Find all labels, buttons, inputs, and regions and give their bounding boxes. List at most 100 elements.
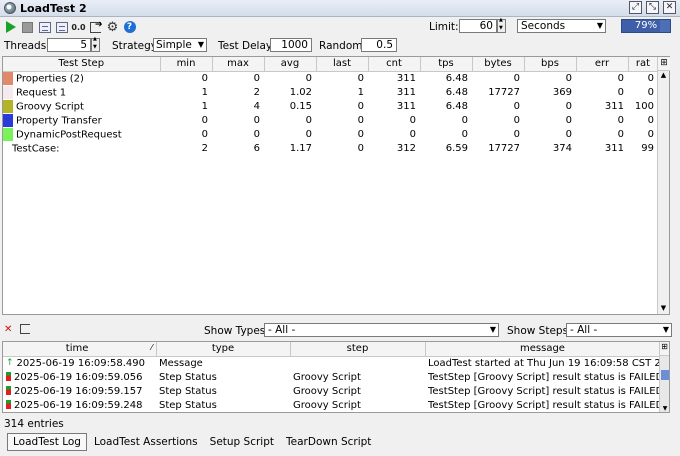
strategy-select[interactable]: Simple ▼ xyxy=(153,38,207,52)
log-step-cell xyxy=(290,356,425,370)
run-button[interactable] xyxy=(4,21,17,34)
show-types-label: Show Types: xyxy=(204,325,269,337)
stats-cell-tps: 6.59 xyxy=(445,142,468,154)
stats-col-header[interactable]: bps xyxy=(524,57,577,72)
scroll-up-icon[interactable]: ▲ xyxy=(658,71,669,81)
random-input[interactable]: 0.5 xyxy=(361,38,397,52)
stats-col-header[interactable]: rat xyxy=(628,57,659,72)
log-col-time[interactable]: time ⁄ xyxy=(3,342,157,357)
stats-step-cell: Properties (2) xyxy=(3,71,160,85)
stats-col-header[interactable]: cnt xyxy=(368,57,421,72)
scroll-down-icon[interactable]: ▼ xyxy=(658,304,669,314)
bottom-tabs: LoadTest Log LoadTest Assertions Setup S… xyxy=(7,432,378,452)
log-column-chooser-icon[interactable]: ⊞ xyxy=(660,342,669,356)
stats-col-header[interactable]: err xyxy=(576,57,629,72)
limit-spinner[interactable] xyxy=(497,17,506,33)
log-row[interactable]: 2025-06-19 16:09:59.248 Step Status Groovy… xyxy=(3,398,660,412)
threads-input[interactable]: 5 xyxy=(47,38,91,52)
stats-row[interactable]: Property Transfer 0 0 0 0 0 0 0 0 0 0 xyxy=(3,113,658,127)
stats-cell-bytes: 0 xyxy=(513,72,520,84)
log-col-step[interactable]: step xyxy=(290,342,426,357)
show-steps-select[interactable]: - All - ▼ xyxy=(566,323,672,337)
scroll-down-icon[interactable]: ▼ xyxy=(660,405,669,412)
tab-loadtest-log[interactable]: LoadTest Log xyxy=(7,433,87,451)
stats-col-header[interactable]: bytes xyxy=(472,57,525,72)
close-icon[interactable]: ✕ xyxy=(663,1,676,14)
statistics-scrollbar[interactable]: ⊞ ▲ ▼ xyxy=(657,57,670,314)
log-row[interactable]: 2025-06-19 16:09:59.157 Step Status Groovy… xyxy=(3,384,660,398)
stats-cell-err: 311 xyxy=(604,142,624,154)
stats-step-name: DynamicPostRequest xyxy=(16,129,122,140)
export-button[interactable] xyxy=(89,20,103,34)
log-row[interactable]: 2025-06-19 16:09:59.056 Step Status Groovy… xyxy=(3,370,660,384)
stats-cell-max: 6 xyxy=(253,142,260,154)
log-col-type[interactable]: type xyxy=(156,342,291,357)
play-icon xyxy=(5,21,16,33)
log-filter-bar: ✕ Show Types: - All - ▼ Show Steps: - Al… xyxy=(0,322,680,338)
threads-spinner[interactable] xyxy=(91,36,100,52)
log-time: 2025-06-19 16:09:58.490 xyxy=(16,357,146,369)
threads-label: Threads: xyxy=(4,40,50,52)
stats-cell-err: 0 xyxy=(617,128,624,140)
log-message-cell: TestStep [Groovy Script] result status i… xyxy=(428,371,660,383)
stats-cell-bytes: 0 xyxy=(513,100,520,112)
stats-cell-avg: 1.02 xyxy=(289,86,312,98)
stats-cell-err: 311 xyxy=(604,100,624,112)
success-arrow-icon: ↑ xyxy=(6,357,14,368)
loadtest-icon xyxy=(4,2,16,14)
show-steps-value: - All - xyxy=(570,324,598,336)
export-log-icon[interactable] xyxy=(20,324,30,334)
stats-cell-bps: 0 xyxy=(565,72,572,84)
tab-loadtest-assertions[interactable]: LoadTest Assertions xyxy=(89,434,203,450)
stats-row[interactable]: DynamicPostRequest 0 0 0 0 0 0 0 0 0 0 xyxy=(3,127,658,141)
graph-button[interactable] xyxy=(55,21,68,34)
stats-cell-last: 0 xyxy=(357,128,364,140)
reset-button[interactable]: 0.0 xyxy=(71,21,85,34)
stats-row[interactable]: Properties (2) 0 0 0 0 311 6.48 0 0 0 0 xyxy=(3,71,658,85)
log-entry-count: 314 entries xyxy=(4,418,64,430)
stats-cell-min: 0 xyxy=(201,72,208,84)
statistics-button[interactable] xyxy=(38,21,51,34)
options-button[interactable]: ⚙ xyxy=(106,21,119,34)
limit-type-select[interactable]: Seconds ▼ xyxy=(517,19,606,33)
statistics-icon xyxy=(38,21,51,33)
log-scrollbar[interactable]: ⊞ ▼ xyxy=(659,342,669,412)
maximize-icon[interactable]: ⤡ xyxy=(646,1,659,14)
log-col-message[interactable]: message xyxy=(425,342,661,357)
stats-step-cell: Property Transfer xyxy=(3,113,160,127)
stats-row[interactable]: Request 1 1 2 1.02 1 311 6.48 17727 369 0 0 xyxy=(3,85,658,99)
tab-setup-script[interactable]: Setup Script xyxy=(205,434,279,450)
stats-col-header[interactable]: Test Step xyxy=(3,57,161,72)
stats-cell-min: 1 xyxy=(201,86,208,98)
column-chooser-icon[interactable]: ⊞ xyxy=(658,57,670,71)
stats-col-header[interactable]: tps xyxy=(420,57,473,72)
stop-button[interactable] xyxy=(21,21,34,34)
show-types-select[interactable]: - All - ▼ xyxy=(264,323,499,337)
clear-log-icon[interactable]: ✕ xyxy=(4,324,12,335)
detach-icon[interactable]: ⤢ xyxy=(629,1,642,14)
stats-col-header[interactable]: max xyxy=(212,57,265,72)
stats-step-name: Properties (2) xyxy=(16,73,84,85)
step-color-swatch xyxy=(3,113,13,127)
stats-row[interactable]: Groovy Script 1 4 0.15 0 311 6.48 0 0 311 100 xyxy=(3,99,658,113)
log-row[interactable]: ↑ 2025-06-19 16:09:58.490 Message LoadTest … xyxy=(3,356,660,370)
stats-cell-bytes: 17727 xyxy=(488,86,520,98)
step-color-swatch xyxy=(3,71,13,85)
stats-row[interactable]: TestCase: 2 6 1.17 0 312 6.59 17727 374 311 99 xyxy=(3,141,658,155)
stats-step-cell: Groovy Script xyxy=(3,99,160,113)
help-button[interactable]: ? xyxy=(123,21,136,34)
log-scroll-thumb[interactable] xyxy=(661,370,669,380)
test-delay-input[interactable]: 1000 xyxy=(270,38,312,52)
stats-cell-bps: 0 xyxy=(565,128,572,140)
stats-cell-max: 0 xyxy=(253,72,260,84)
log-type-cell: Message xyxy=(159,357,203,369)
limit-input[interactable]: 60 xyxy=(459,19,497,33)
stats-cell-last: 0 xyxy=(357,114,364,126)
stats-col-header[interactable]: avg xyxy=(264,57,317,72)
stats-col-header[interactable]: last xyxy=(316,57,369,72)
failed-status-icon xyxy=(6,386,11,395)
tab-teardown-script[interactable]: TearDown Script xyxy=(281,434,376,450)
stats-cell-bps: 374 xyxy=(552,142,572,154)
log-table: time ⁄ type step message ↑ 2025-06-19 16:0… xyxy=(2,341,670,413)
stats-col-header[interactable]: min xyxy=(160,57,213,72)
